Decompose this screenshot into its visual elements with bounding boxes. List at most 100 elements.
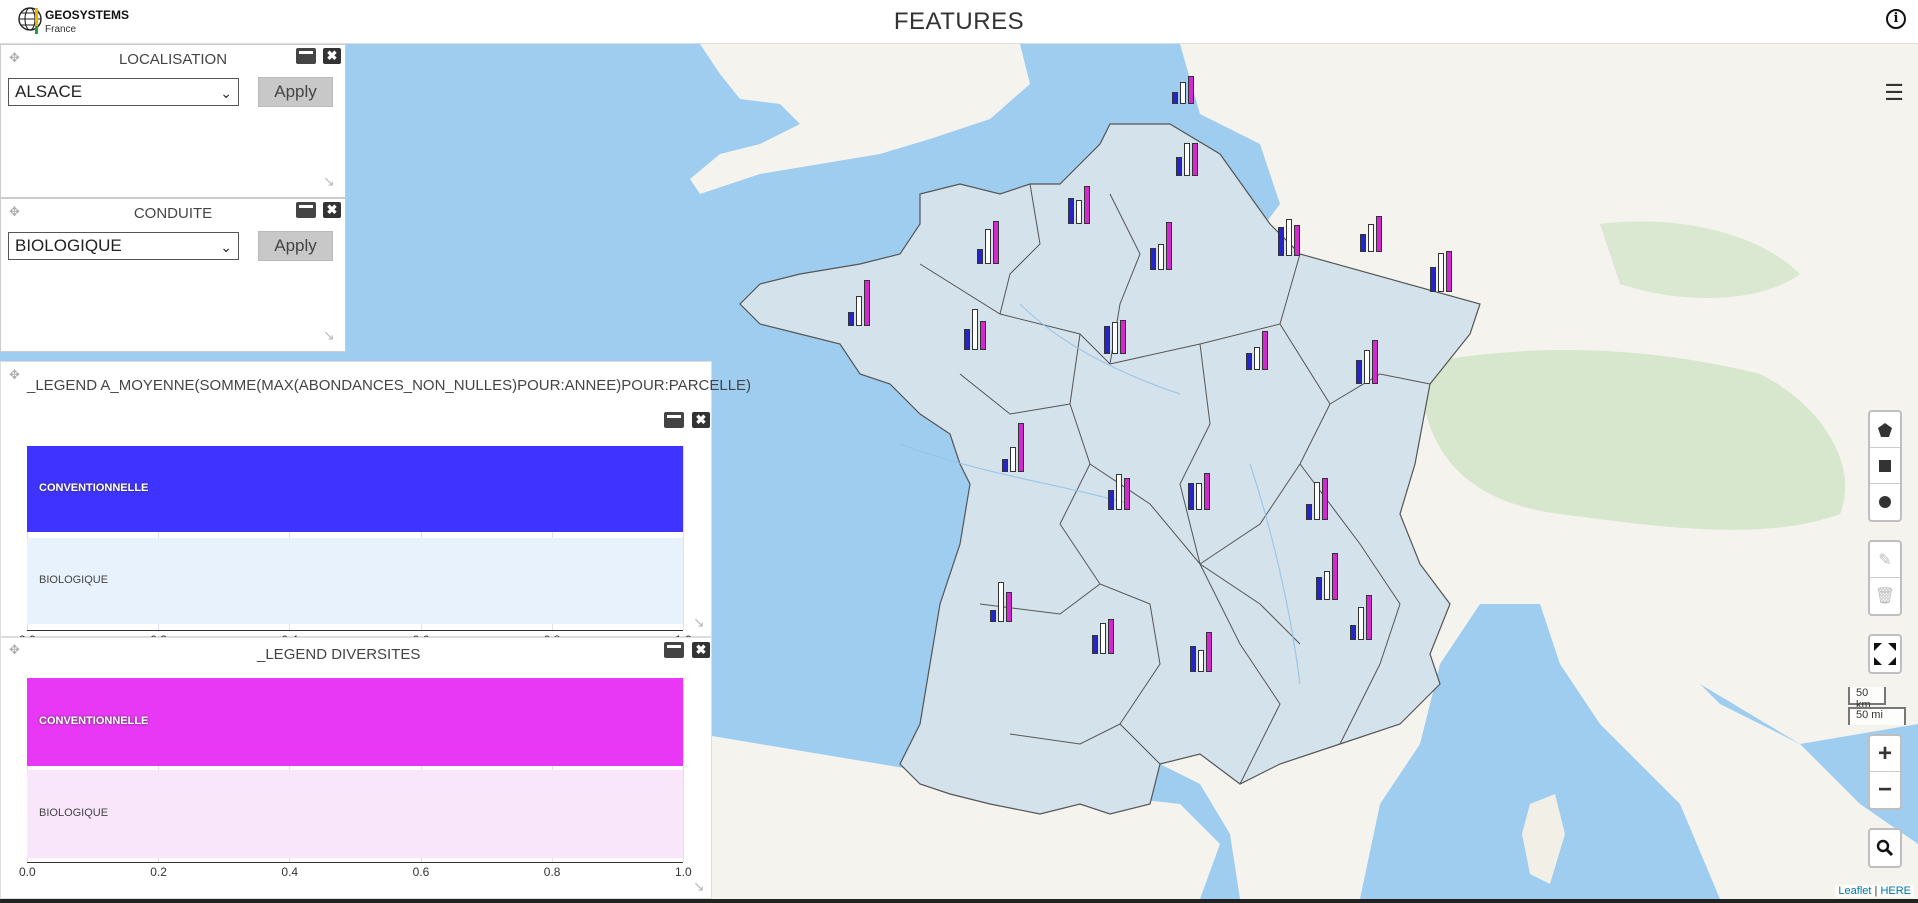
- move-icon[interactable]: ✥: [9, 642, 20, 658]
- legend-bar: BIOLOGIQUE: [27, 770, 683, 858]
- close-icon[interactable]: ✖: [692, 412, 710, 428]
- marker-bar: [1278, 227, 1284, 256]
- legend-bar: CONVENTIONNELLE: [27, 446, 683, 532]
- legend-title: _LEGEND A_MOYENNE(SOMME(MAX(ABONDANCES_N…: [27, 377, 752, 394]
- marker-bar: [1002, 459, 1008, 472]
- marker-bar: [1306, 504, 1312, 520]
- edit-toolbar: ✎ 🗑: [1868, 540, 1902, 616]
- marker-bar: [1076, 200, 1082, 224]
- conduite-panel: ✥ CONDUITE ✖ BIOLOGIQUE ⌄ Apply ↘: [0, 198, 346, 352]
- legend-diversites-panel: ✥ _LEGEND DIVERSITES ✖ CONVENTIONNELLE BI…: [0, 637, 712, 899]
- info-icon[interactable]: i: [1886, 9, 1906, 29]
- minimize-icon[interactable]: [664, 412, 684, 428]
- marker-bar: [1204, 473, 1210, 510]
- marker-bar: [1364, 350, 1370, 384]
- legend-bar-chart: CONVENTIONNELLEBIOLOGIQUE0.00.20.40.60.8…: [19, 678, 692, 900]
- scale-mi: 50 mi: [1848, 707, 1906, 725]
- marker-bar: [1150, 248, 1156, 270]
- marker-bar: [1188, 76, 1194, 104]
- app-header: GEOSYSTEMS France FEATURES i: [0, 0, 1918, 44]
- tick-label: 0.8: [543, 865, 561, 879]
- marker-bar: [1356, 360, 1362, 384]
- fullscreen-icon[interactable]: [1870, 636, 1900, 672]
- marker-bar: [980, 321, 986, 350]
- marker-bar: [856, 296, 862, 326]
- marker-bar: [1176, 157, 1182, 176]
- marker-bar: [1188, 483, 1194, 510]
- marker-bar: [1332, 553, 1338, 600]
- close-icon[interactable]: ✖: [692, 642, 710, 658]
- localisation-select[interactable]: ALSACE ⌄: [8, 78, 239, 106]
- move-icon[interactable]: ✥: [9, 367, 20, 383]
- edit-icon[interactable]: ✎: [1870, 542, 1900, 578]
- minimize-icon[interactable]: [296, 48, 316, 64]
- gridline: [683, 446, 684, 630]
- legend-bar-chart: CONVENTIONNELLEBIOLOGIQUE0.00.20.40.60.8…: [19, 446, 692, 647]
- localisation-panel: ✥ LOCALISATION ✖ ALSACE ⌄ Apply ↘: [0, 44, 346, 198]
- marker-bar: [1100, 623, 1106, 654]
- marker-bar: [1262, 331, 1268, 370]
- marker-bar: [1184, 143, 1190, 176]
- marker-bar: [1438, 253, 1444, 292]
- marker-bar: [964, 329, 970, 350]
- square-icon[interactable]: [1870, 448, 1900, 484]
- apply-button[interactable]: Apply: [258, 77, 333, 107]
- search-icon[interactable]: [1870, 830, 1900, 866]
- marker-bar: [1112, 322, 1118, 354]
- legend-bar: CONVENTIONNELLE: [27, 678, 683, 766]
- zoom-out-button[interactable]: −: [1870, 772, 1900, 808]
- marker-bar: [1190, 646, 1196, 672]
- marker-bar: [1430, 267, 1436, 292]
- marker-bar: [848, 312, 854, 326]
- marker-bar: [985, 229, 991, 264]
- marker-bar: [1092, 635, 1098, 654]
- marker-bar: [1084, 186, 1090, 224]
- marker-bar: [1010, 447, 1016, 472]
- marker-bar: [1294, 225, 1300, 256]
- marker-bar: [1006, 592, 1012, 622]
- apply-button[interactable]: Apply: [258, 231, 333, 261]
- marker-bar: [1358, 607, 1364, 640]
- resize-icon[interactable]: ↘: [693, 614, 705, 631]
- marker-bar: [1180, 82, 1186, 104]
- page-title: FEATURES: [893, 8, 1025, 35]
- marker-bar: [1158, 244, 1164, 270]
- marker-bar: [1108, 619, 1114, 654]
- chevron-down-icon: ⌄: [220, 239, 232, 255]
- close-icon[interactable]: ✖: [323, 202, 341, 218]
- resize-icon[interactable]: ↘: [693, 878, 705, 895]
- zoom-in-button[interactable]: +: [1870, 736, 1900, 772]
- marker-bar: [1018, 423, 1024, 472]
- tick-label: 0.0: [19, 865, 36, 879]
- circle-icon[interactable]: [1870, 484, 1900, 520]
- marker-bar: [1286, 219, 1292, 256]
- menu-icon[interactable]: ☰: [1884, 80, 1904, 106]
- resize-icon[interactable]: ↘: [323, 327, 335, 344]
- marker-bar: [1376, 216, 1382, 252]
- conduite-select[interactable]: BIOLOGIQUE ⌄: [8, 232, 239, 260]
- minimize-icon[interactable]: [664, 642, 684, 658]
- marker-bar: [1360, 234, 1366, 252]
- pentagon-icon[interactable]: [1870, 412, 1900, 448]
- attribution-leaflet-link[interactable]: Leaflet: [1838, 885, 1871, 897]
- marker-bar: [1206, 632, 1212, 672]
- trash-icon[interactable]: 🗑: [1870, 578, 1900, 614]
- marker-bar: [1368, 224, 1374, 252]
- resize-icon[interactable]: ↘: [323, 173, 335, 190]
- legend-abondance-panel: ✥ _LEGEND A_MOYENNE(SOMME(MAX(ABONDANCES…: [0, 361, 751, 647]
- marker-bar: [1324, 571, 1330, 600]
- marker-bar: [1314, 482, 1320, 520]
- marker-bar: [1316, 577, 1322, 600]
- minimize-icon[interactable]: [296, 202, 316, 218]
- attribution-here: HERE: [1880, 885, 1911, 897]
- gridline: [683, 678, 684, 862]
- marker-bar: [864, 280, 870, 326]
- marker-bar: [998, 582, 1004, 622]
- tick-label: 0.4: [281, 865, 299, 879]
- close-icon[interactable]: ✖: [323, 48, 341, 64]
- marker-bar: [1254, 347, 1260, 370]
- marker-bar: [1108, 490, 1114, 510]
- x-axis: [27, 862, 683, 863]
- legend-bar-label: CONVENTIONNELLE: [39, 715, 149, 727]
- marker-bar: [1372, 340, 1378, 384]
